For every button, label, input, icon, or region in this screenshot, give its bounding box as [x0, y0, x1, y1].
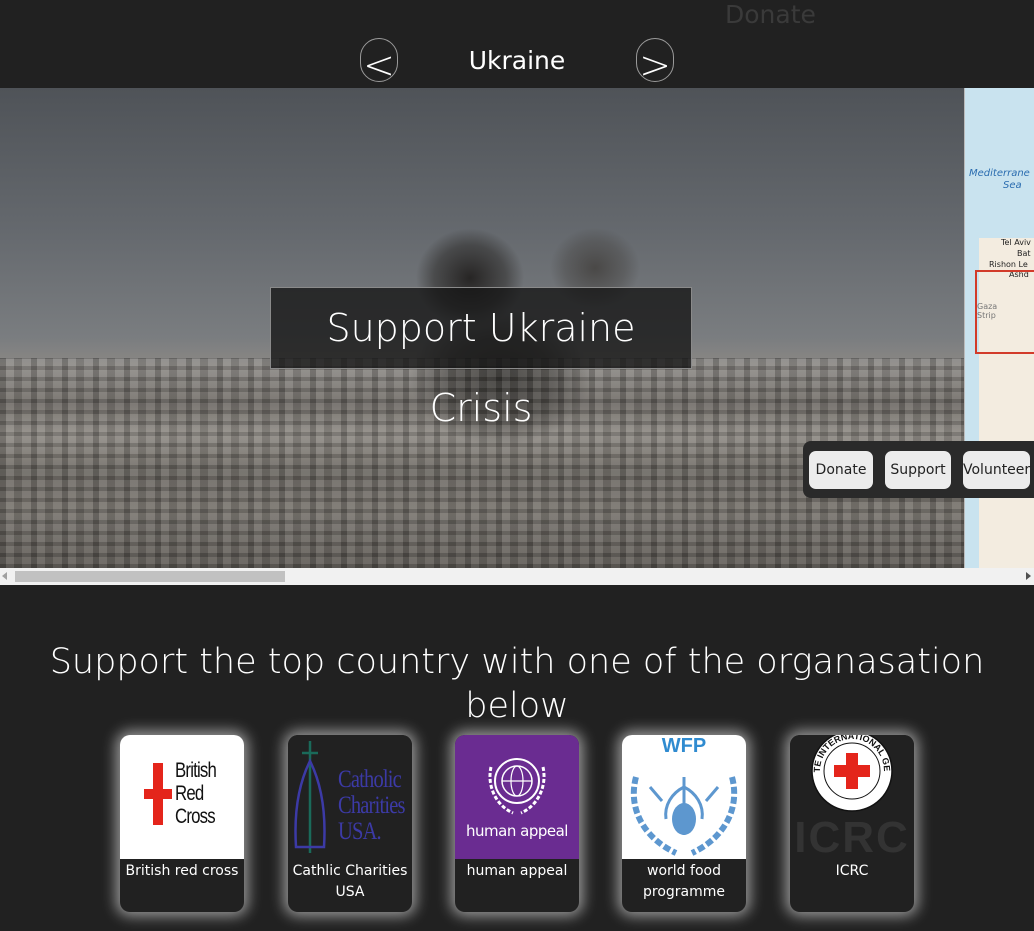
logo-text: ICRC	[794, 813, 910, 862]
logo-text: human appeal	[466, 822, 568, 840]
horizontal-scrollbar[interactable]	[0, 568, 1034, 585]
org-card-human-appeal[interactable]: human appeal human appeal	[455, 735, 579, 912]
org-name: world food programme	[642, 863, 725, 900]
previous-country-button[interactable]: <	[360, 38, 398, 87]
logo-text: British	[175, 759, 217, 782]
chevron-right-icon: >	[639, 43, 671, 87]
chevron-left-icon: <	[363, 43, 395, 87]
org-card-world-food-programme[interactable]: WFP world food programme	[622, 735, 746, 912]
hero-caption: Support Ukraine Crisis	[270, 287, 692, 430]
org-name: ICRC	[835, 863, 869, 879]
wheat-wreath-icon	[630, 776, 738, 856]
british-red-cross-logo: British Red Cross	[120, 735, 244, 859]
map-label-sea: Mediterrane	[969, 168, 1030, 179]
icrc-emblem-icon: COMITE INTERNATIONAL GENEVE	[790, 735, 893, 812]
map-label-city: Bat	[1017, 249, 1031, 258]
logo-text: USA.	[338, 818, 382, 845]
org-card-british-red-cross[interactable]: British Red Cross British red cross	[120, 735, 244, 912]
logo-text: Catholic	[338, 766, 402, 793]
volunteer-button[interactable]: Volunteer	[963, 451, 1030, 489]
scroll-left-arrow-icon[interactable]	[2, 572, 7, 580]
donate-link[interactable]: Donate	[725, 0, 816, 30]
map-label-city: Rishon Le	[989, 260, 1028, 269]
logo-text: Charities	[338, 792, 405, 819]
cathedral-cross-icon	[294, 741, 326, 853]
laurel-globe-icon	[488, 758, 546, 815]
org-name: human appeal	[466, 863, 568, 879]
red-cross-icon	[144, 763, 172, 825]
top-header: Donate < Ukraine >	[0, 0, 1034, 88]
hero-action-bar: Donate Support Volunteer	[803, 441, 1034, 498]
map-label-city: Tel Aviv	[1001, 238, 1031, 247]
scrollbar-thumb[interactable]	[15, 571, 285, 582]
section-heading: Support the top country with one of the …	[49, 642, 985, 726]
logo-text: WFP	[661, 735, 707, 757]
org-name: British red cross	[125, 863, 239, 879]
catholic-charities-logo: Catholic Charities USA.	[288, 735, 412, 859]
icrc-logo: COMITE INTERNATIONAL GENEVE ICRC	[790, 735, 914, 862]
country-title: Ukraine	[468, 46, 566, 75]
wfp-logo: WFP	[622, 735, 746, 859]
logo-text: Cross	[175, 805, 216, 828]
org-card-catholic-charities[interactable]: Catholic Charities USA. Cathlic Charitie…	[288, 735, 412, 912]
hero-carousel: Mediterrane Sea Tel Aviv Bat Rishon Le A…	[0, 88, 1034, 568]
human-appeal-logo: human appeal	[455, 735, 579, 859]
logo-text: Red	[175, 782, 204, 805]
map-label-sea2: Sea	[1003, 180, 1022, 191]
org-card-icrc[interactable]: COMITE INTERNATIONAL GENEVE ICRC ICRC	[790, 735, 914, 912]
donate-button[interactable]: Donate	[809, 451, 873, 489]
next-country-button[interactable]: >	[636, 38, 674, 87]
support-button[interactable]: Support	[885, 451, 951, 489]
scroll-right-arrow-icon[interactable]	[1026, 572, 1031, 580]
map-label-region: Gaza Strip	[977, 302, 998, 320]
org-name: Cathlic Charities USA	[292, 863, 408, 900]
